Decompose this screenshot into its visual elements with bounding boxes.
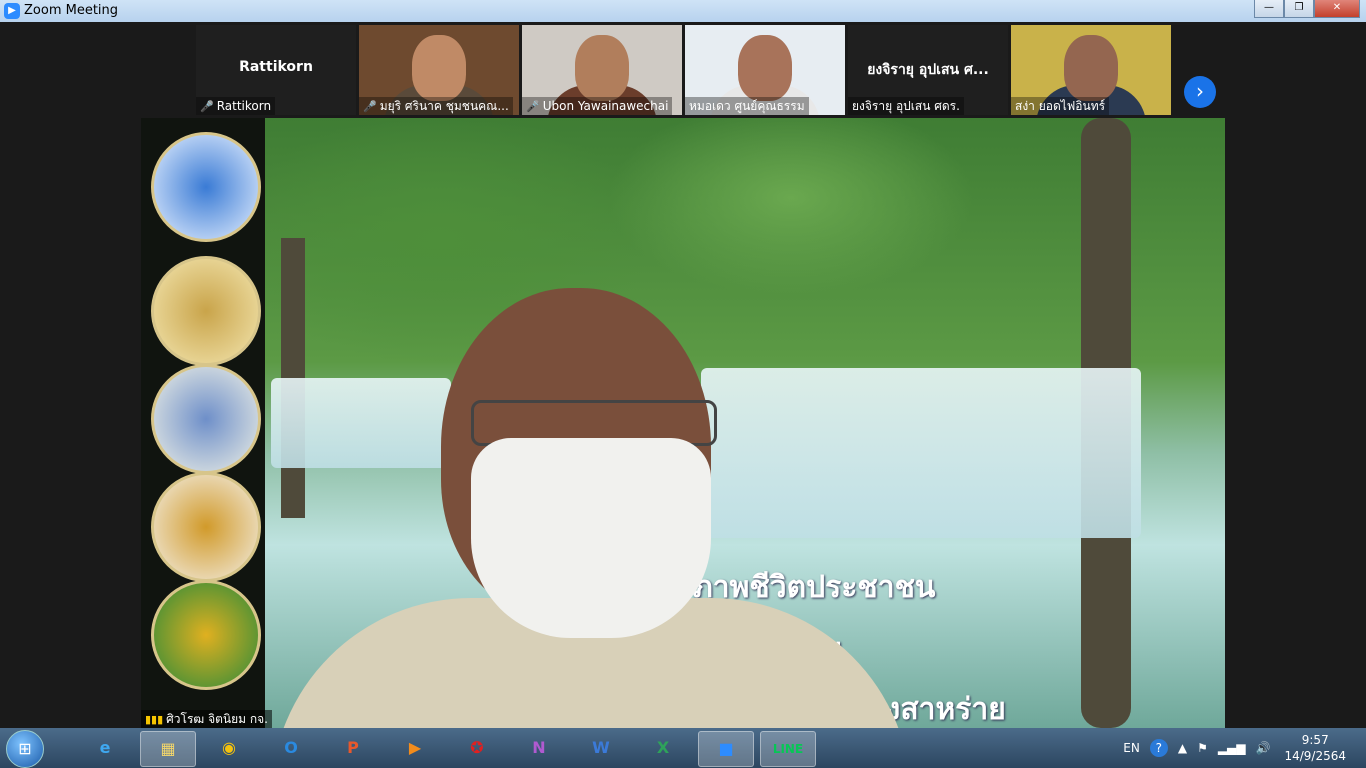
participant-tile[interactable]: Rattikorn 🎤 Rattikorn <box>196 25 356 115</box>
participant-video <box>1064 35 1118 101</box>
participant-tile[interactable]: สง่า ยอดไฟอินทร์ <box>1011 25 1171 115</box>
speaker-mask <box>471 438 711 638</box>
system-tray: EN ? ▲ ⚑ ▂▄▆ 🔊 9:57 14/9/2564 <box>1113 728 1346 768</box>
language-indicator[interactable]: EN <box>1123 741 1140 755</box>
organization-logo <box>151 256 261 366</box>
mic-muted-icon: 🎤 <box>200 100 214 113</box>
participant-tile[interactable]: 🎤 Ubon Yawainawechai <box>522 25 682 115</box>
flag-icon[interactable]: ⚑ <box>1197 741 1208 755</box>
participant-video <box>738 35 792 101</box>
excel-icon[interactable]: X <box>636 731 690 765</box>
organization-logo <box>151 132 261 242</box>
red-app-icon[interactable]: ✪ <box>450 731 504 765</box>
mic-muted-icon: 🎤 <box>526 100 540 113</box>
media-player-icon[interactable]: ▶ <box>388 731 442 765</box>
logo-column <box>141 118 265 728</box>
windows-taskbar: ⊞ e ▦ ◉ O P ▶ ✪ N W X ■ LINE EN ? ▲ ⚑ ▂▄… <box>0 728 1366 768</box>
zoom-logo-icon: ▶ <box>4 3 20 19</box>
participant-name: หมอเดว ศูนย์คุณธรรม <box>689 99 805 113</box>
start-button[interactable]: ⊞ <box>6 730 44 768</box>
help-icon[interactable]: ? <box>1149 739 1168 757</box>
word-icon[interactable]: W <box>574 731 628 765</box>
onenote-icon[interactable]: N <box>512 731 566 765</box>
window-titlebar: ▶ Zoom Meeting — ❐ ✕ <box>0 0 1366 22</box>
audio-level-icon: ▮▮▮ <box>145 713 164 726</box>
participant-tile[interactable]: ยงจิรายุ อุปเสน ศ... ยงจิรายุ อุปเสน ศดร… <box>848 25 1008 115</box>
organization-logo <box>151 472 261 582</box>
participant-name: สง่า ยอดไฟอินทร์ <box>1015 99 1106 113</box>
mic-muted-icon: 🎤 <box>363 100 377 113</box>
participant-strip: Rattikorn 🎤 Rattikorn 🎤 มยุริ ศรินาค ชุมชน… <box>0 22 1366 117</box>
participant-name: Ubon Yawainawechai <box>542 99 669 113</box>
participant-tile[interactable]: 🎤 มยุริ ศรินาค ชุมชนคณ... <box>359 25 519 115</box>
explorer-icon[interactable]: ▦ <box>140 731 196 767</box>
active-speaker-video: ภาพชีวิตประชาชน ยั่งยืน ลหนองสาหร่าย ▮▮▮… <box>141 118 1225 728</box>
chrome-icon[interactable]: ◉ <box>202 731 256 765</box>
participant-tile[interactable]: หมอเดว ศูนย์คุณธรรม <box>685 25 845 115</box>
volume-icon[interactable]: 🔊 <box>1256 741 1271 755</box>
zoom-icon[interactable]: ■ <box>698 731 754 767</box>
participant-video <box>412 35 466 101</box>
line-icon[interactable]: LINE <box>760 731 816 767</box>
restore-button[interactable]: ❐ <box>1284 0 1314 18</box>
active-speaker-name: ศิวโรฒ จิตนิยม กจ. <box>166 712 268 726</box>
active-speaker-label: ▮▮▮ ศิวโรฒ จิตนิยม กจ. <box>141 710 272 728</box>
minimize-button[interactable]: — <box>1254 0 1284 18</box>
network-icon[interactable]: ▂▄▆ <box>1218 741 1246 755</box>
show-hidden-icons-icon[interactable]: ▲ <box>1178 741 1187 755</box>
window-title: Zoom Meeting <box>24 3 119 18</box>
outlook-icon[interactable]: O <box>264 731 318 765</box>
participant-center-name: ยงจิรายุ อุปเสน ศ... <box>867 62 989 78</box>
participant-name: ยงจิรายุ อุปเสน ศดร. <box>852 99 960 113</box>
clock-time: 9:57 <box>1301 733 1329 747</box>
organization-logo <box>151 580 261 690</box>
clock[interactable]: 9:57 14/9/2564 <box>1284 732 1346 764</box>
organization-logo <box>151 364 261 474</box>
participant-name: Rattikorn <box>216 99 272 113</box>
participant-video <box>575 35 629 101</box>
ie-icon[interactable]: e <box>78 731 132 765</box>
next-page-button[interactable]: › <box>1184 76 1216 108</box>
participant-name: มยุริ ศรินาค ชุมชนคณ... <box>379 99 509 113</box>
participant-center-name: Rattikorn <box>239 59 313 75</box>
clock-date: 14/9/2564 <box>1284 749 1346 763</box>
close-button[interactable]: ✕ <box>1314 0 1360 18</box>
powerpoint-icon[interactable]: P <box>326 731 380 765</box>
